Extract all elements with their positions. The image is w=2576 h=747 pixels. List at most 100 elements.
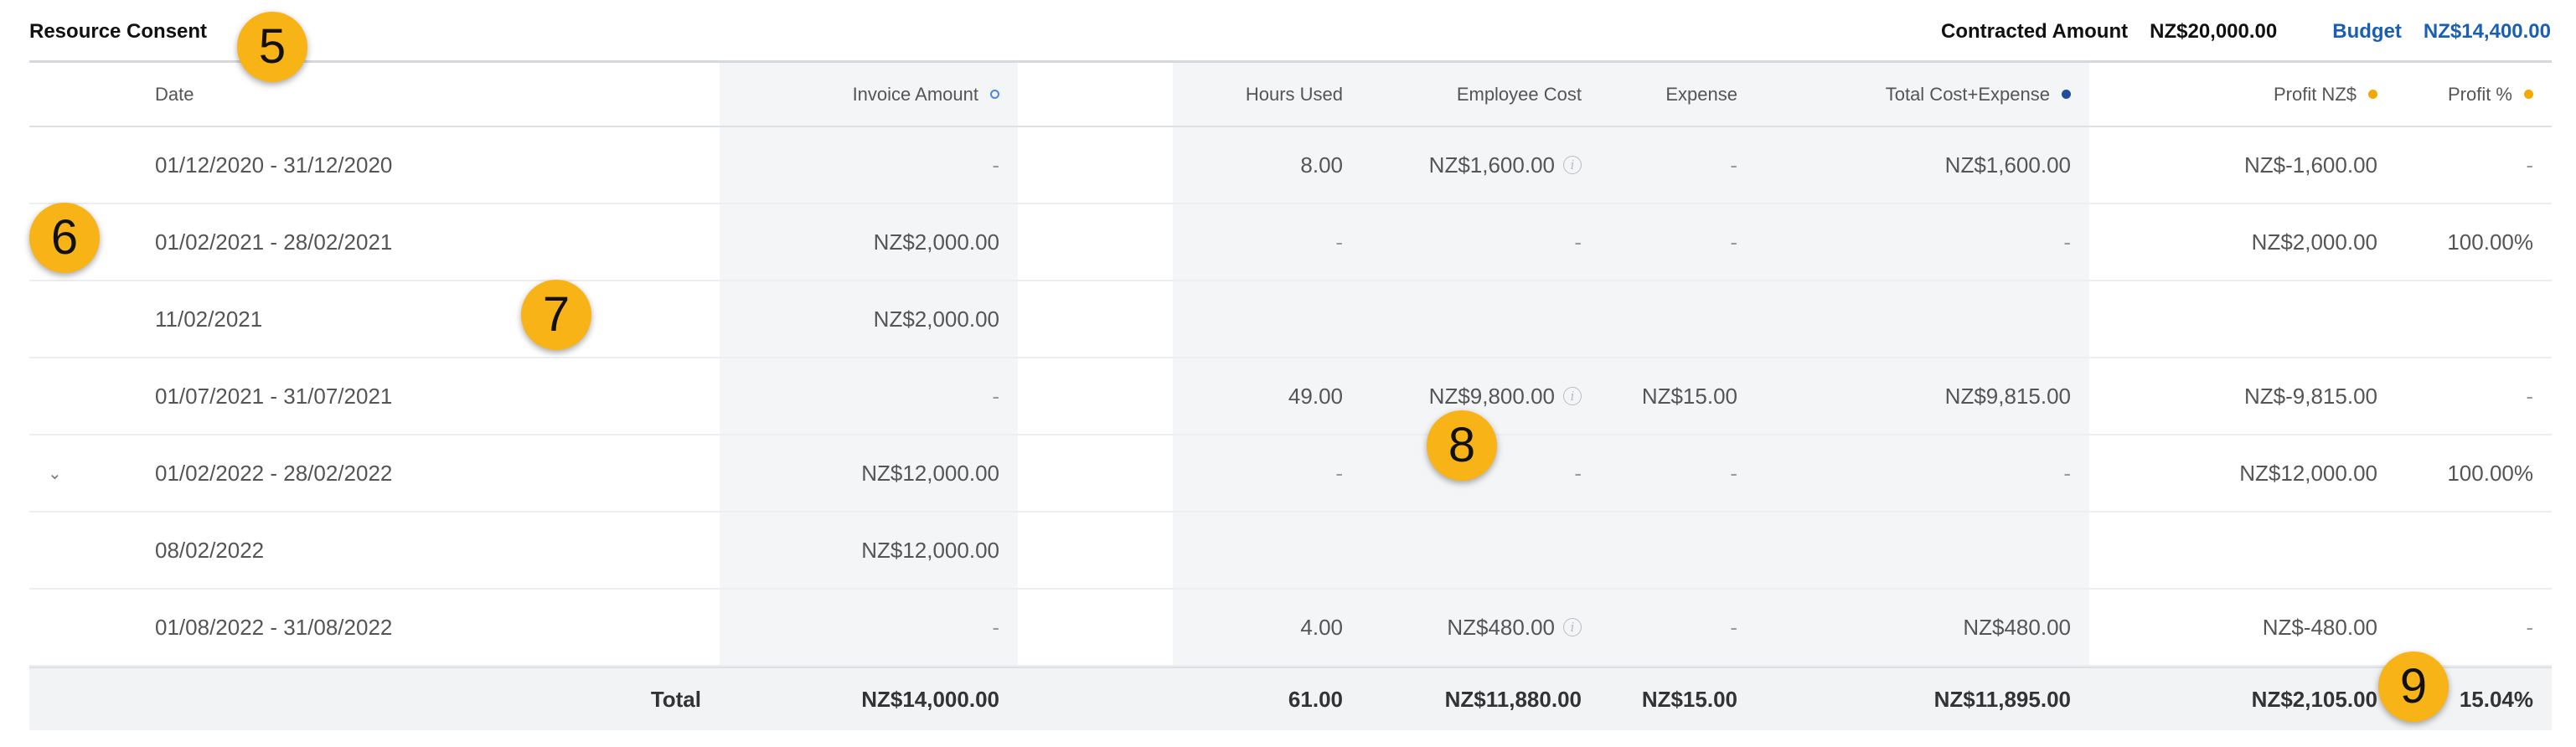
total-profit: NZ$2,105.00 — [2251, 686, 2377, 712]
table-row[interactable]: 01/12/2020 - 31/12/2020 - 8.00 NZ$1,600.… — [29, 127, 2552, 204]
column-gap — [1018, 590, 1173, 665]
expand-cell — [29, 513, 155, 588]
column-gap — [1018, 204, 1173, 280]
column-header-invoice-amount[interactable]: Invoice Amount — [720, 63, 1018, 126]
hours-cell — [1173, 281, 1361, 357]
date-cell: 11/02/2021 — [155, 306, 263, 332]
profit-pct-cell: - — [2526, 383, 2533, 409]
profit-pct-cell: 100.00% — [2447, 229, 2533, 255]
column-header-hours-used[interactable]: Hours Used — [1173, 63, 1361, 126]
column-gap — [1018, 63, 1173, 126]
employee-cost-cell — [1361, 513, 1600, 588]
hours-cell: - — [1173, 435, 1361, 511]
total-cost-cell — [1756, 513, 2089, 588]
column-header-employee-cost[interactable]: Employee Cost — [1361, 63, 1600, 126]
expand-cell — [29, 668, 155, 730]
summary-amounts: Contracted Amount NZ$20,000.00 Budget NZ… — [1941, 20, 2551, 44]
total-cost-cell — [1756, 281, 2089, 357]
hours-cell: - — [1173, 204, 1361, 280]
column-header-profit-nzd[interactable]: Profit NZ$ — [2089, 63, 2396, 126]
invoice-cell: NZ$2,000.00 — [720, 281, 1018, 357]
expense-cell: - — [1600, 435, 1756, 511]
employee-cost-value: NZ$1,600.00 — [1428, 152, 1555, 178]
info-icon[interactable]: i — [1563, 156, 1582, 174]
step-badge-6: 6 — [29, 203, 100, 273]
contracted-amount-label: Contracted Amount — [1941, 20, 2129, 43]
summary-bar: Resource Consent Contracted Amount NZ$20… — [0, 0, 2576, 60]
column-gap — [1018, 435, 1173, 511]
section-title: Resource Consent — [29, 20, 208, 43]
invoice-cell: - — [720, 590, 1018, 665]
column-header-expense[interactable]: Expense — [1600, 63, 1756, 126]
expand-cell — [29, 127, 155, 203]
date-cell: 08/02/2022 — [155, 537, 265, 563]
info-icon[interactable]: i — [1563, 387, 1582, 405]
date-cell: 01/08/2022 - 31/08/2022 — [155, 614, 393, 640]
invoice-cell: NZ$2,000.00 — [720, 204, 1018, 280]
profit-pct-cell — [2396, 281, 2552, 357]
table-row[interactable]: 01/08/2022 - 31/08/2022 - 4.00 NZ$480.00… — [29, 590, 2552, 667]
hours-cell — [1173, 513, 1361, 588]
contracted-amount-value: NZ$20,000.00 — [2150, 20, 2278, 43]
column-header-label: Total Cost+Expense — [1885, 83, 2050, 105]
expand-cell — [29, 358, 155, 434]
budget-value[interactable]: NZ$14,400.00 — [2424, 20, 2551, 44]
column-gap — [1018, 127, 1173, 203]
total-cost-legend-dot-icon — [2062, 90, 2071, 99]
info-icon[interactable]: i — [1563, 618, 1582, 636]
step-badge-7: 7 — [521, 280, 591, 350]
total-expense: NZ$15.00 — [1641, 686, 1737, 712]
date-cell: 01/07/2021 - 31/07/2021 — [155, 383, 393, 409]
total-cost-cell: NZ$1,600.00 — [1756, 127, 2089, 203]
table-row[interactable]: 01/07/2021 - 31/07/2021 - 49.00 NZ$9,800… — [29, 358, 2552, 435]
table-row[interactable]: ⌄ 01/02/2022 - 28/02/2022 NZ$12,000.00 -… — [29, 435, 2552, 513]
date-cell: 01/02/2022 - 28/02/2022 — [155, 460, 393, 486]
column-header-label: Invoice Amount — [852, 83, 978, 105]
step-badge-9: 9 — [2378, 652, 2449, 722]
total-cost-expense: NZ$11,895.00 — [1933, 686, 2071, 712]
profit-pct-cell — [2396, 513, 2552, 588]
step-badge-5: 5 — [237, 12, 307, 82]
expense-cell — [1600, 513, 1756, 588]
table-row[interactable]: 01/02/2021 - 28/02/2021 NZ$2,000.00 - - … — [29, 204, 2552, 281]
profit-pct-cell: 100.00% — [2447, 460, 2533, 486]
expense-cell — [1600, 281, 1756, 357]
hours-cell: 8.00 — [1173, 127, 1361, 203]
employee-cost-cell: - — [1361, 204, 1600, 280]
cost-table: Date Invoice Amount Hours Used Employee … — [29, 60, 2552, 730]
invoice-cell: - — [720, 358, 1018, 434]
chevron-down-icon[interactable]: ⌄ — [29, 435, 155, 511]
resource-consent-panel: Resource Consent Contracted Amount NZ$20… — [0, 0, 2576, 747]
column-header-total-cost-expense[interactable]: Total Cost+Expense — [1756, 63, 2089, 126]
profit-cell — [2089, 513, 2396, 588]
column-header-label: Profit % — [2447, 83, 2512, 105]
expense-cell: - — [1600, 204, 1756, 280]
profit-cell: NZ$-9,815.00 — [2244, 383, 2377, 409]
table-header: Date Invoice Amount Hours Used Employee … — [29, 60, 2552, 127]
profit-legend-dot-icon — [2368, 90, 2377, 99]
employee-cost-cell: NZ$1,600.00 i — [1361, 127, 1600, 203]
column-header-label: Profit NZ$ — [2273, 83, 2357, 105]
step-badge-8: 8 — [1427, 410, 1497, 481]
column-header-date[interactable]: Date — [155, 63, 720, 126]
hours-cell: 4.00 — [1173, 590, 1361, 665]
invoice-cell: NZ$12,000.00 — [720, 435, 1018, 511]
profit-pct-legend-dot-icon — [2524, 90, 2533, 99]
budget-label[interactable]: Budget — [2332, 20, 2402, 44]
column-gap — [1018, 513, 1173, 588]
expense-cell: - — [1600, 590, 1756, 665]
profit-pct-cell: - — [2526, 152, 2533, 178]
expand-column-header — [29, 63, 155, 126]
expense-cell: - — [1600, 127, 1756, 203]
employee-cost-value: NZ$480.00 — [1447, 614, 1555, 640]
column-gap — [1018, 668, 1173, 730]
column-header-profit-pct[interactable]: Profit % — [2396, 63, 2552, 126]
employee-cost-cell — [1361, 281, 1600, 357]
total-label: Total — [650, 686, 701, 712]
invoice-cell: NZ$12,000.00 — [720, 513, 1018, 588]
expense-cell: NZ$15.00 — [1600, 358, 1756, 434]
total-employee-cost: NZ$11,880.00 — [1444, 686, 1582, 712]
invoice-legend-dot-icon — [990, 90, 999, 99]
column-gap — [1018, 281, 1173, 357]
total-cost-cell: - — [1756, 204, 2089, 280]
